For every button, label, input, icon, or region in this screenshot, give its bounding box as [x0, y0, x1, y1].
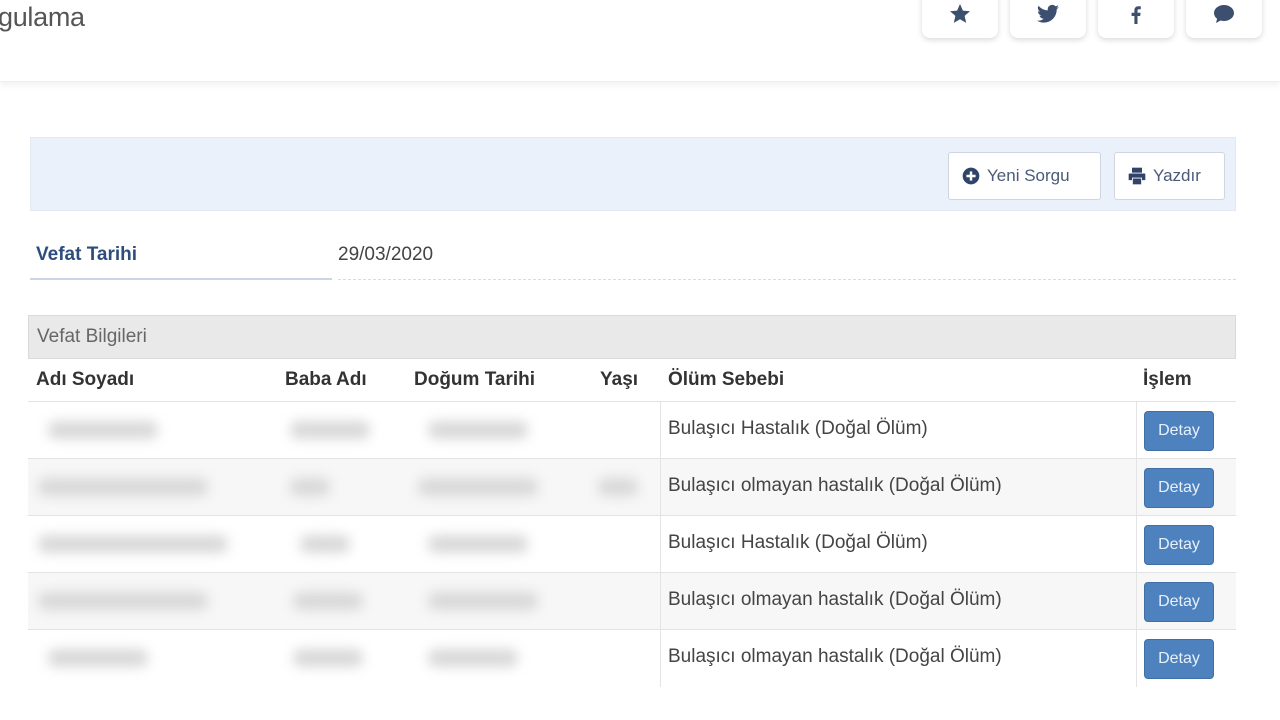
redacted-cell — [38, 478, 208, 496]
redacted-cell — [300, 535, 350, 553]
table-row: Bulaşıcı Hastalık (Doğal Ölüm) Detay — [28, 515, 1236, 573]
column-header-name: Adı Soyadı — [36, 369, 135, 390]
redacted-cell — [293, 649, 363, 667]
redacted-cell — [290, 478, 330, 496]
new-query-label: Yeni Sorgu — [987, 166, 1070, 185]
twitter-share-button[interactable] — [1010, 0, 1086, 38]
redacted-cell — [428, 535, 528, 553]
facebook-icon — [1131, 6, 1141, 25]
redacted-cell — [48, 649, 148, 667]
redacted-cell — [428, 592, 538, 610]
star-icon — [950, 4, 970, 23]
redacted-cell — [290, 421, 370, 439]
detail-button[interactable]: Detay — [1144, 582, 1214, 622]
column-header-birth-date: Doğum Tarihi — [414, 369, 536, 390]
death-cause-cell: Bulaşıcı Hastalık (Doğal Ölüm) — [668, 532, 928, 553]
column-header-death-cause: Ölüm Sebebi — [668, 369, 785, 390]
app-subtitle: gulama — [0, 2, 85, 32]
twitter-icon — [1037, 4, 1059, 23]
detail-button[interactable]: Detay — [1144, 411, 1214, 451]
detail-button[interactable]: Detay — [1144, 639, 1214, 679]
redacted-cell — [598, 478, 638, 496]
table-row: Bulaşıcı olmayan hastalık (Doğal Ölüm) D… — [28, 572, 1236, 630]
printer-icon — [1128, 167, 1146, 185]
column-header-age: Yaşı — [600, 369, 639, 390]
redacted-cell — [418, 478, 538, 496]
death-cause-cell: Bulaşıcı olmayan hastalık (Doğal Ölüm) — [668, 589, 1002, 610]
social-buttons — [922, 0, 1262, 38]
death-info-panel: Vefat Bilgileri Adı Soyadı Baba Adı Doğu… — [28, 315, 1236, 689]
redacted-cell — [428, 421, 528, 439]
comment-button[interactable] — [1186, 0, 1262, 38]
action-toolbar: Yeni Sorgu Yazdır — [30, 137, 1236, 211]
death-date-label: Vefat Tarihi — [30, 238, 332, 280]
facebook-share-button[interactable] — [1098, 0, 1174, 38]
column-header-action: İşlem — [1143, 369, 1192, 390]
detail-button[interactable]: Detay — [1144, 525, 1214, 565]
redacted-cell — [38, 592, 208, 610]
death-cause-cell: Bulaşıcı olmayan hastalık (Doğal Ölüm) — [668, 475, 1002, 496]
table-row: Bulaşıcı olmayan hastalık (Doğal Ölüm) D… — [28, 629, 1236, 687]
detail-button[interactable]: Detay — [1144, 468, 1214, 508]
death-date-value: 29/03/2020 — [338, 238, 1236, 280]
column-header-father-name: Baba Adı — [285, 369, 367, 390]
table-row: Bulaşıcı olmayan hastalık (Doğal Ölüm) D… — [28, 458, 1236, 516]
death-cause-cell: Bulaşıcı Hastalık (Doğal Ölüm) — [668, 418, 928, 439]
app-header: gulama — [0, 0, 1280, 82]
redacted-cell — [48, 421, 158, 439]
plus-circle-icon — [962, 167, 980, 185]
redacted-cell — [428, 649, 518, 667]
panel-title: Vefat Bilgileri — [28, 315, 1236, 359]
death-records-table: Bulaşıcı Hastalık (Doğal Ölüm) Detay Bul… — [28, 401, 1236, 687]
print-button[interactable]: Yazdır — [1114, 152, 1225, 200]
print-label: Yazdır — [1153, 166, 1201, 185]
redacted-cell — [293, 592, 363, 610]
comment-icon — [1214, 5, 1234, 23]
redacted-cell — [38, 535, 228, 553]
table-row: Bulaşıcı Hastalık (Doğal Ölüm) Detay — [28, 401, 1236, 459]
favorite-button[interactable] — [922, 0, 998, 38]
death-cause-cell: Bulaşıcı olmayan hastalık (Doğal Ölüm) — [668, 646, 1002, 667]
new-query-button[interactable]: Yeni Sorgu — [948, 152, 1101, 200]
